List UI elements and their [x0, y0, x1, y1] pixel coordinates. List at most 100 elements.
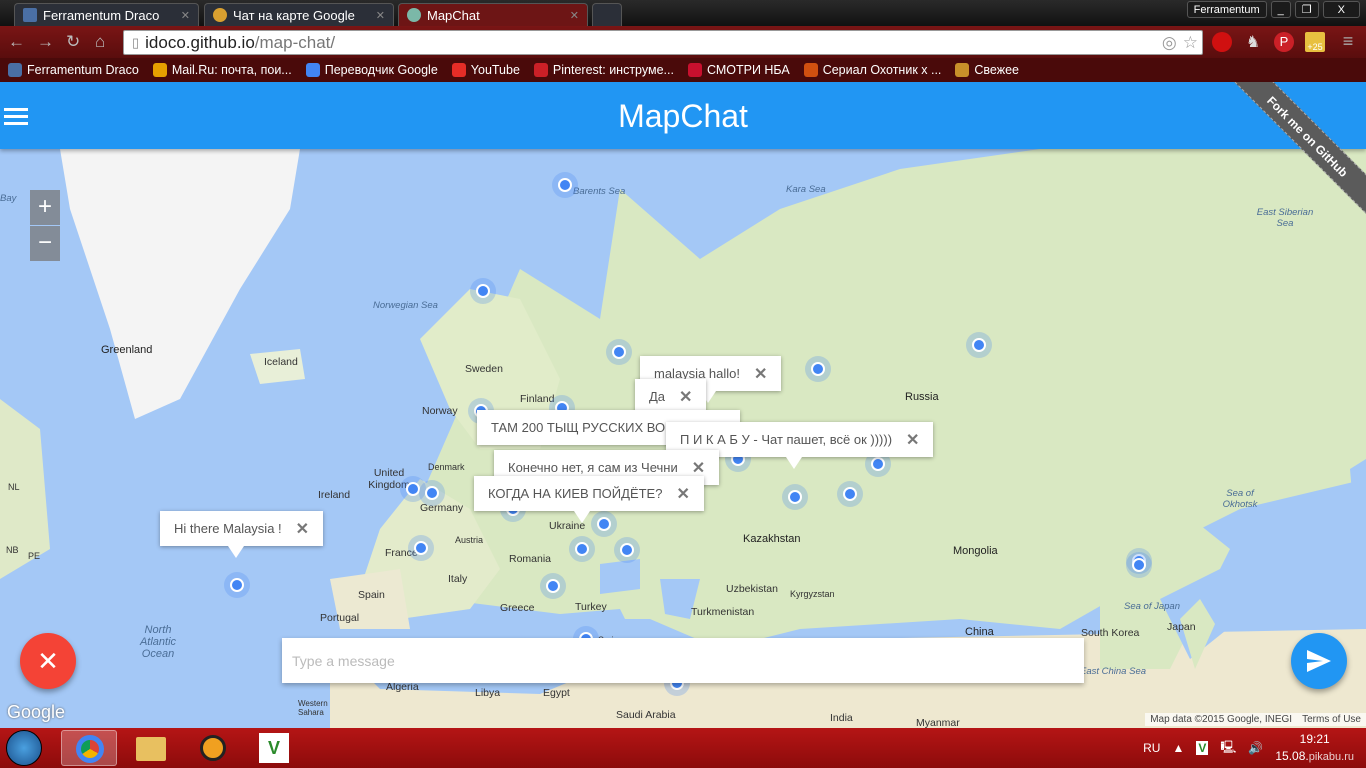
location-icon[interactable]: ◎: [1162, 33, 1177, 53]
close-icon[interactable]: ✕: [906, 430, 919, 450]
chrome-menu-icon[interactable]: ≡: [1338, 32, 1358, 52]
bookmark-item[interactable]: Свежее: [955, 63, 1019, 77]
user-location-marker[interactable]: [425, 486, 439, 500]
map-label: Kazakhstan: [743, 533, 801, 545]
close-tab-icon[interactable]: ✕: [570, 9, 579, 22]
map-label: Barents Sea: [573, 186, 626, 197]
url-path: /map-chat/: [254, 32, 336, 52]
ninja-icon[interactable]: ♞: [1243, 32, 1263, 52]
map-label: Finland: [520, 393, 555, 405]
map-label: Saudi Arabia: [616, 709, 676, 721]
close-window-button[interactable]: X: [1322, 1, 1360, 18]
popup-text: КОГДА НА КИЕВ ПОЙДЁТЕ?: [488, 486, 663, 501]
address-bar[interactable]: ▯ idoco.github.io/map-chat/ ◎ ☆: [123, 30, 1203, 55]
home-icon[interactable]: ⌂: [95, 32, 105, 52]
send-button[interactable]: [1291, 633, 1347, 689]
user-location-marker[interactable]: [788, 490, 802, 504]
close-icon[interactable]: ✕: [754, 364, 767, 384]
taskbar-vc[interactable]: V: [245, 730, 301, 766]
user-location-marker[interactable]: [811, 362, 825, 376]
bookmark-item[interactable]: Ferramentum Draco: [8, 63, 139, 77]
user-location-marker[interactable]: [597, 517, 611, 531]
close-icon[interactable]: ✕: [679, 387, 692, 407]
close-tab-icon[interactable]: ✕: [181, 9, 190, 22]
network-icon[interactable]: 🖳: [1220, 738, 1236, 759]
user-location-marker[interactable]: [871, 457, 885, 471]
terms-link[interactable]: Terms of Use: [1297, 713, 1366, 726]
user-location-marker[interactable]: [406, 482, 420, 496]
map-label: PE: [28, 551, 41, 561]
adblock-icon[interactable]: [1212, 32, 1232, 52]
chat-popup: Hi there Malaysia ! ✕: [160, 511, 324, 558]
weather-icon[interactable]: +25: [1305, 32, 1325, 52]
map-label: Germany: [420, 502, 464, 514]
volume-icon[interactable]: 🔊: [1248, 741, 1263, 755]
tab-label: Ferramentum Draco: [43, 7, 160, 23]
bookmark-item[interactable]: YouTube: [451, 63, 520, 77]
map-label: Denmark: [428, 462, 465, 472]
bookmark-label: СМОТРИ НБА: [706, 63, 790, 77]
map-label: Iceland: [264, 356, 298, 368]
forward-icon[interactable]: →: [37, 32, 54, 52]
tab-bar: Ferramentum Draco ✕ Чат на карте Google ✕ …: [0, 0, 1366, 26]
bookmark-icon: [8, 63, 22, 77]
map-label: North Atlantic Ocean: [139, 624, 177, 660]
user-location-marker[interactable]: [414, 541, 428, 555]
bookmark-item[interactable]: Mail.Ru: почта, пои...: [152, 63, 292, 77]
close-tab-icon[interactable]: ✕: [376, 9, 385, 22]
star-icon[interactable]: ☆: [1183, 33, 1198, 53]
zoom-in-button[interactable]: +: [30, 190, 60, 225]
tab-mapchat[interactable]: MapChat ✕: [398, 3, 588, 26]
user-location-marker[interactable]: [1132, 558, 1146, 572]
new-tab-button[interactable]: [592, 3, 622, 26]
bookmark-icon: [955, 63, 970, 77]
profile-button[interactable]: Ferramentum: [1186, 1, 1267, 18]
minimize-button[interactable]: _: [1270, 1, 1291, 18]
bookmark-item[interactable]: Pinterest: инструме...: [533, 63, 674, 77]
user-location-marker[interactable]: [612, 345, 626, 359]
user-location-marker[interactable]: [476, 284, 490, 298]
taskbar-chrome[interactable]: [61, 730, 117, 766]
message-input[interactable]: [282, 638, 1084, 683]
bookmark-item[interactable]: СМОТРИ НБА: [687, 63, 790, 77]
language-indicator[interactable]: RU: [1143, 741, 1160, 755]
pinterest-icon[interactable]: P: [1274, 32, 1294, 52]
user-location-marker[interactable]: [843, 487, 857, 501]
bookmark-item[interactable]: Сериал Охотник х ...: [803, 63, 941, 77]
send-icon: [1307, 650, 1331, 672]
taskbar-aimp[interactable]: [184, 730, 240, 766]
map-label: Russia: [905, 391, 939, 403]
close-icon[interactable]: ✕: [692, 458, 705, 478]
close-icon[interactable]: ✕: [676, 484, 689, 504]
popup-text: Да: [649, 389, 666, 404]
map-attribution: Map data ©2015 Google, INEGI: [1145, 713, 1298, 726]
user-location-marker[interactable]: [230, 578, 244, 592]
taskbar-explorer[interactable]: [122, 730, 178, 766]
vc-tray-icon[interactable]: V: [1196, 741, 1209, 755]
user-location-marker[interactable]: [575, 542, 589, 556]
user-location-marker[interactable]: [620, 543, 634, 557]
clock[interactable]: 19:21 15.08.pikabu.ru: [1275, 731, 1354, 766]
url-host: idoco.github.io: [145, 32, 255, 52]
app-header: MapChat: [0, 82, 1366, 149]
bookmark-item[interactable]: Переводчик Google: [305, 63, 438, 77]
user-location-marker[interactable]: [546, 579, 560, 593]
map-label: Bay: [0, 193, 17, 204]
restore-button[interactable]: ❐: [1294, 1, 1319, 18]
tab-chat-google[interactable]: Чат на карте Google ✕: [204, 3, 394, 26]
close-fab-button[interactable]: ✕: [20, 633, 76, 689]
zoom-out-button[interactable]: −: [30, 226, 60, 261]
tray-expand-icon[interactable]: ▲: [1172, 741, 1184, 755]
fork-github-ribbon[interactable]: Fork me on GitHub: [1226, 82, 1366, 222]
reload-icon[interactable]: ↻: [66, 32, 80, 52]
user-location-marker[interactable]: [558, 178, 572, 192]
back-icon[interactable]: ←: [8, 32, 25, 52]
tab-ferramentum[interactable]: Ferramentum Draco ✕: [14, 3, 199, 26]
watermark: pikabu.ru: [1308, 750, 1354, 763]
map-label: Spain: [358, 589, 385, 601]
user-location-marker[interactable]: [972, 338, 986, 352]
start-button[interactable]: [6, 730, 42, 766]
map-label: Mongolia: [953, 545, 998, 557]
map-label: Norwegian Sea: [373, 300, 438, 311]
close-icon[interactable]: ✕: [296, 519, 309, 539]
